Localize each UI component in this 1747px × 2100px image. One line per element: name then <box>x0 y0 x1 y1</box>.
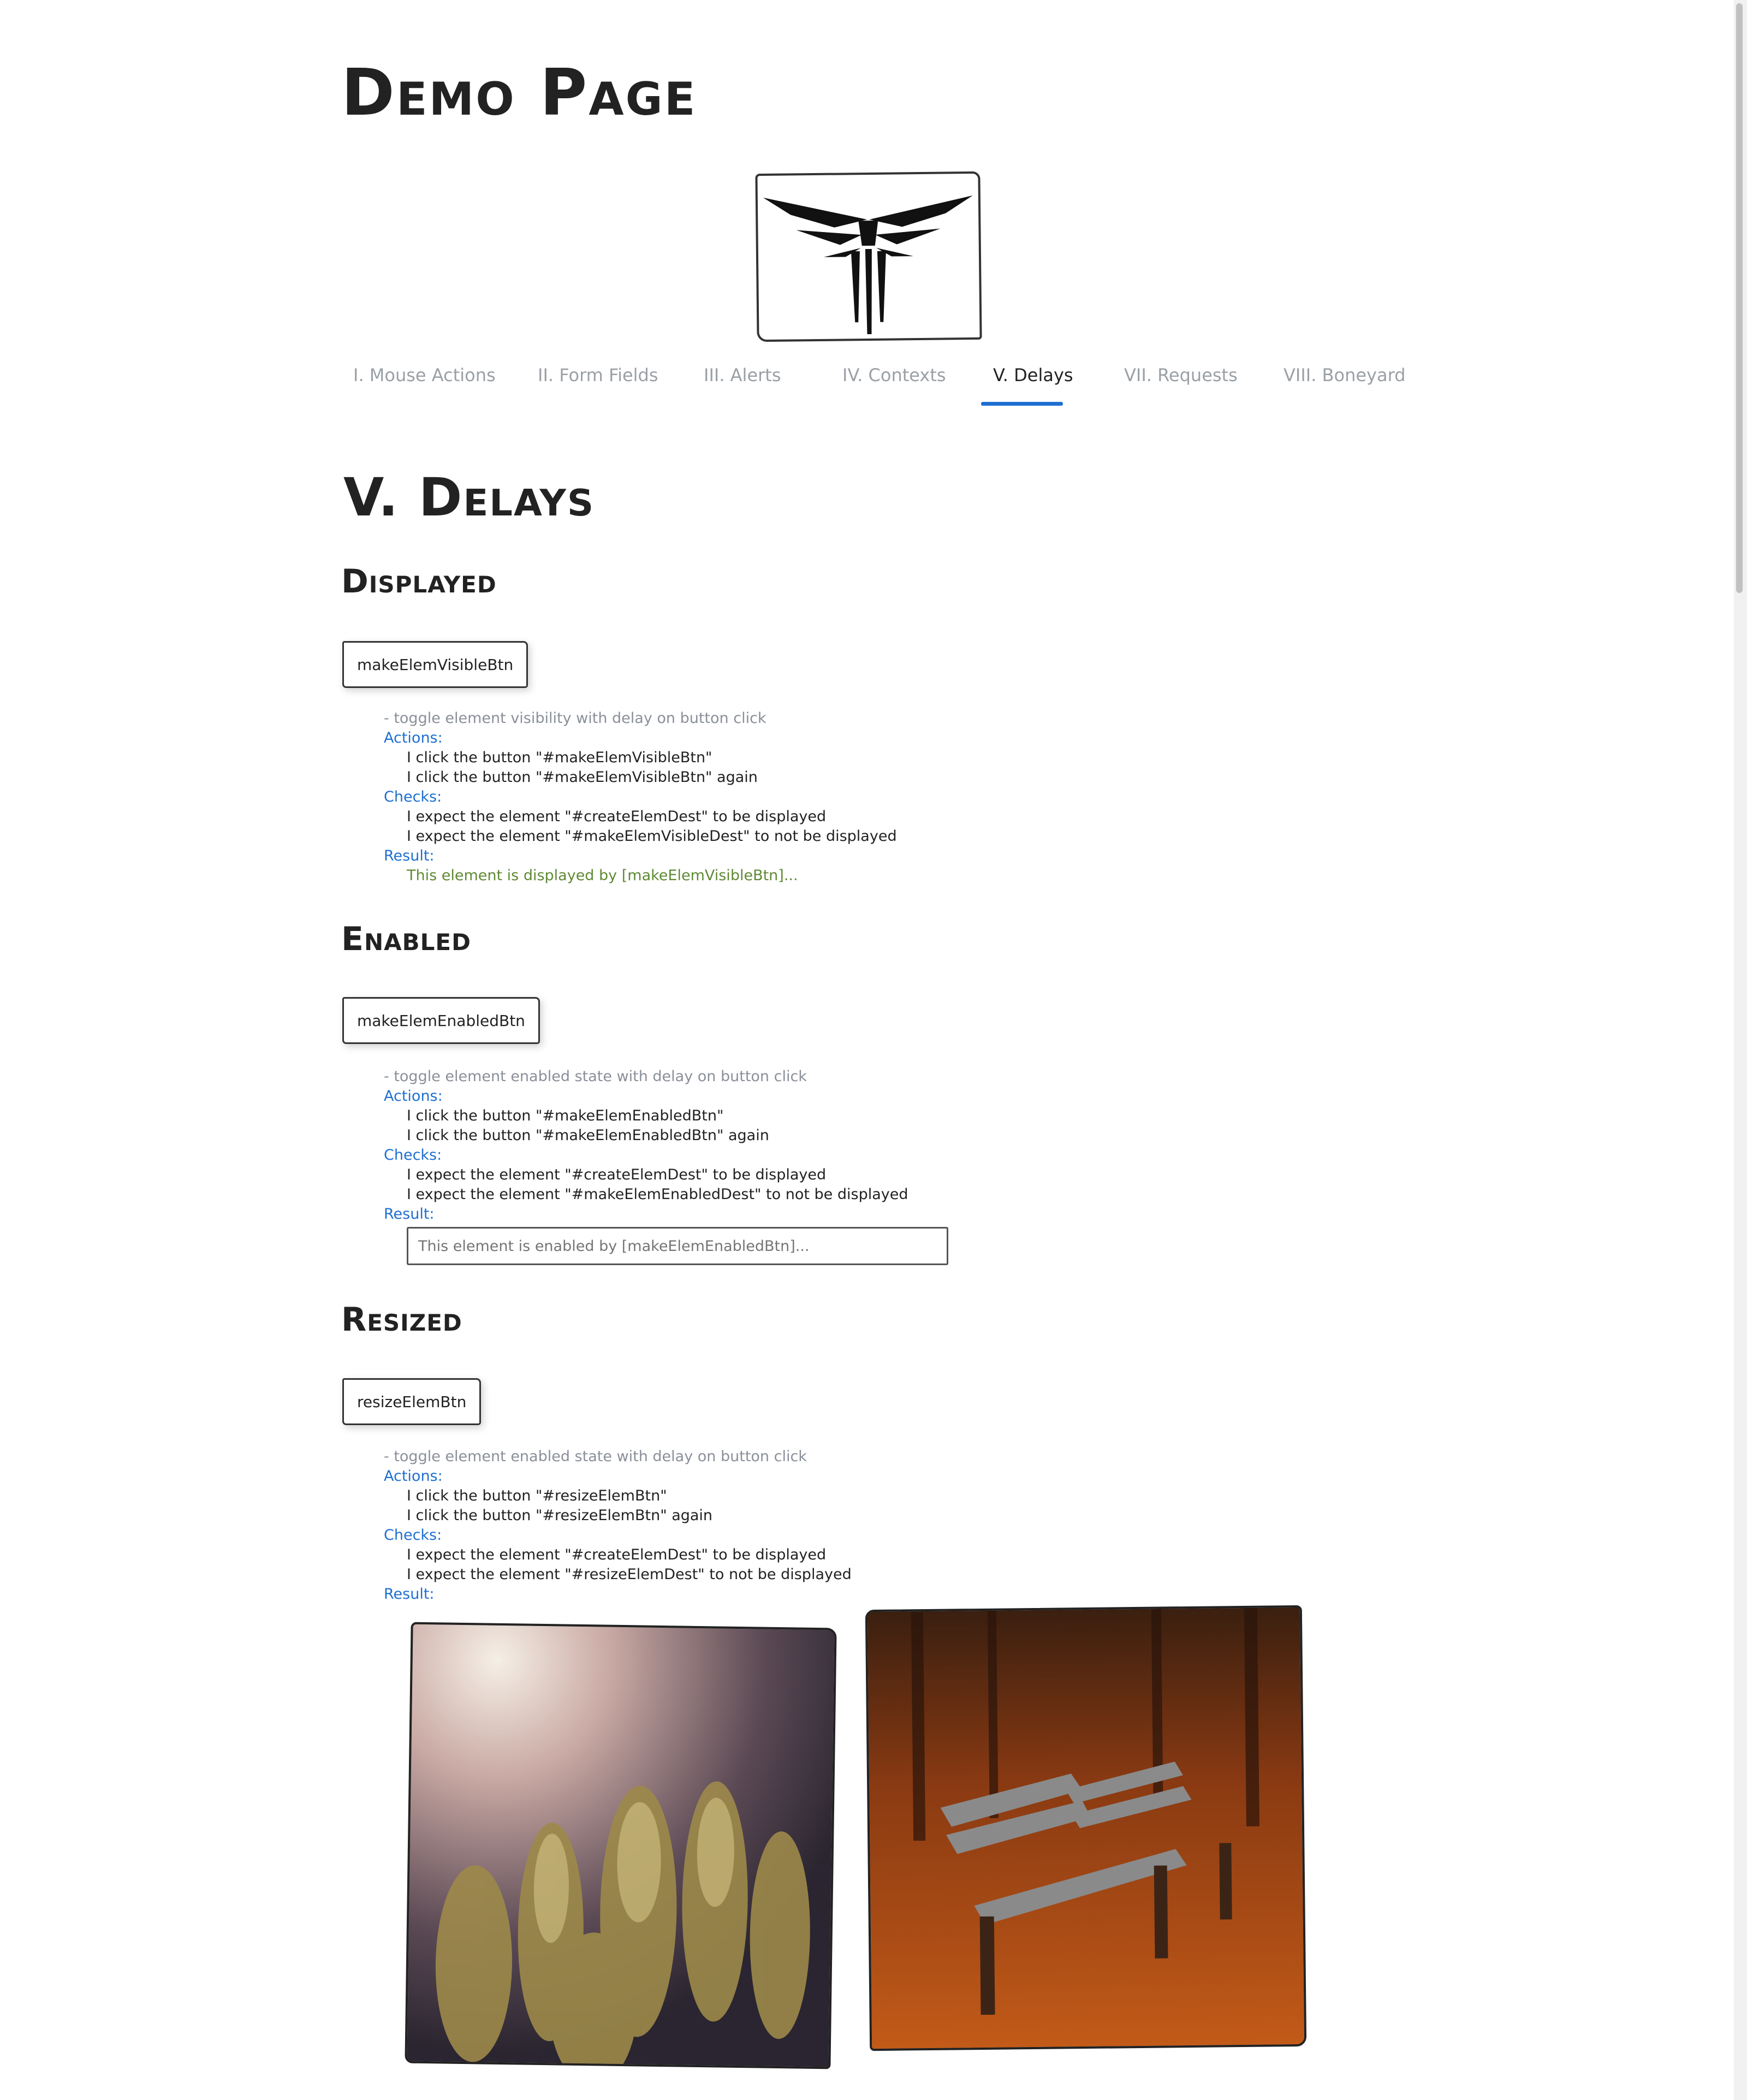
checks-label: Checks: <box>384 1527 442 1544</box>
resized-title: Resized <box>341 1301 462 1339</box>
tab-mouse-actions[interactable]: I. Mouse Actions <box>353 365 496 385</box>
actions-label: Actions: <box>384 1468 443 1485</box>
displayed-result-text: This element is displayed by [makeElemVi… <box>407 867 798 884</box>
enabled-title: Enabled <box>341 920 471 958</box>
checks-label: Checks: <box>384 788 442 805</box>
check-line: I expect the element "#createElemDest" t… <box>407 808 827 825</box>
tab-contexts[interactable]: IV. Contexts <box>842 365 946 385</box>
section-title: V. Delays <box>343 467 595 528</box>
check-line: I expect the element "#createElemDest" t… <box>407 1166 827 1183</box>
enabled-description: - toggle element enabled state with dela… <box>384 1067 908 1224</box>
section-nav: I. Mouse Actions II. Form Fields III. Al… <box>341 349 1406 410</box>
cactus-photo <box>405 1622 837 2069</box>
tab-delays[interactable]: V. Delays <box>993 365 1073 385</box>
page-title: Demo Page <box>341 55 697 130</box>
enabled-note: - toggle element enabled state with dela… <box>384 1068 807 1085</box>
check-line: I expect the element "#makeElemVisibleDe… <box>407 828 897 845</box>
result-label: Result: <box>384 1586 435 1603</box>
action-line: I click the button "#makeElemEnabledBtn"… <box>407 1127 769 1144</box>
result-label: Result: <box>384 1206 435 1223</box>
displayed-note: - toggle element visibility with delay o… <box>384 710 766 727</box>
actions-label: Actions: <box>384 729 443 746</box>
park-bench-image <box>867 1607 1305 2049</box>
park-bench-photo <box>865 1605 1307 2051</box>
cactus-image <box>407 1624 835 2067</box>
actions-label: Actions: <box>384 1088 443 1105</box>
tab-form-fields[interactable]: II. Form Fields <box>538 365 658 385</box>
firefly-logo <box>755 171 982 342</box>
scrollbar-thumb[interactable] <box>1736 3 1743 593</box>
firefly-logo-icon <box>763 195 973 335</box>
displayed-title: Displayed <box>341 562 497 601</box>
make-elem-enabled-button[interactable]: makeElemEnabledBtn <box>342 997 540 1044</box>
resized-description: - toggle element enabled state with dela… <box>384 1447 852 1604</box>
action-line: I click the button "#makeElemVisibleBtn" <box>407 749 712 766</box>
displayed-description: - toggle element visibility with delay o… <box>384 709 897 886</box>
make-elem-visible-button[interactable]: makeElemVisibleBtn <box>342 641 528 688</box>
enabled-result-input[interactable] <box>407 1227 948 1265</box>
tab-alerts[interactable]: III. Alerts <box>704 365 781 385</box>
check-line: I expect the element "#makeElemEnabledDe… <box>407 1186 908 1203</box>
action-line: I click the button "#resizeElemBtn" <box>407 1487 667 1504</box>
result-label: Result: <box>384 847 435 864</box>
active-tab-indicator <box>981 402 1063 406</box>
check-line: I expect the element "#resizeElemDest" t… <box>407 1566 852 1583</box>
check-line: I expect the element "#createElemDest" t… <box>407 1546 827 1563</box>
tab-requests[interactable]: VII. Requests <box>1124 365 1238 385</box>
checks-label: Checks: <box>384 1147 442 1164</box>
resize-elem-button[interactable]: resizeElemBtn <box>342 1378 482 1425</box>
action-line: I click the button "#makeElemEnabledBtn" <box>407 1107 724 1124</box>
action-line: I click the button "#resizeElemBtn" agai… <box>407 1507 713 1524</box>
action-line: I click the button "#makeElemVisibleBtn"… <box>407 769 758 786</box>
tab-boneyard[interactable]: VIII. Boneyard <box>1283 365 1406 385</box>
resized-note: - toggle element enabled state with dela… <box>384 1448 807 1465</box>
